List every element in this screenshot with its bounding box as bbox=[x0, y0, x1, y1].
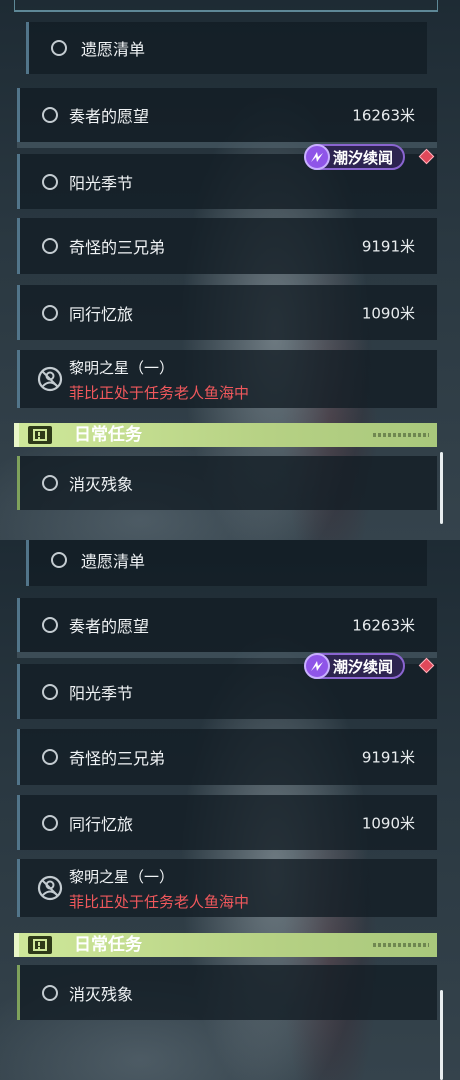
quest-title: 遗愿清单 bbox=[81, 40, 146, 59]
category-decoration bbox=[373, 433, 429, 437]
quest-title: 奇怪的三兄弟 bbox=[69, 238, 166, 257]
tide-sigil-icon bbox=[304, 653, 330, 679]
quest-row-journey-together[interactable]: 同行忆旅 1090米 bbox=[17, 285, 437, 340]
quest-radio-icon bbox=[42, 617, 58, 633]
scrollbar-thumb[interactable] bbox=[440, 990, 443, 1080]
quest-row-three-brothers[interactable]: 奇怪的三兄弟 9191米 bbox=[17, 729, 437, 785]
quest-row-journey-together[interactable]: 同行忆旅 1090米 bbox=[17, 795, 437, 850]
quest-radio-icon bbox=[42, 475, 58, 491]
quest-title: 阳光季节 bbox=[69, 683, 134, 703]
tide-tales-badge[interactable]: 潮汐续闻 bbox=[304, 653, 405, 679]
quest-distance: 1090米 bbox=[361, 814, 415, 832]
quest-title: 遗愿清单 bbox=[81, 552, 146, 571]
quest-title: 同行忆旅 bbox=[69, 814, 134, 834]
quest-title: 奏者的愿望 bbox=[69, 617, 150, 636]
quest-row-performer-wish[interactable]: 奏者的愿望 16263米 bbox=[17, 88, 437, 142]
quest-title: 阳光季节 bbox=[69, 173, 134, 193]
category-title: 日常任务 bbox=[74, 425, 142, 445]
quest-row-will-list[interactable]: 遗愿清单 bbox=[26, 540, 427, 586]
quest-distance: 9191米 bbox=[361, 748, 415, 767]
quest-status: 菲比正处于任务老人鱼海中 bbox=[69, 384, 250, 402]
quest-radio-icon bbox=[42, 173, 58, 190]
quest-row-eliminate-echoes[interactable]: 消灭残象 bbox=[17, 965, 437, 1020]
category-title: 日常任务 bbox=[74, 935, 142, 955]
quest-row-will-list[interactable]: 遗愿清单 bbox=[26, 22, 427, 74]
quest-radio-icon bbox=[42, 814, 58, 831]
daily-tasks-category-bar[interactable]: 日常任务 bbox=[14, 423, 437, 447]
quest-title: 同行忆旅 bbox=[69, 304, 134, 324]
quest-radio-icon bbox=[51, 552, 67, 568]
quest-row-eliminate-echoes[interactable]: 消灭残象 bbox=[17, 456, 437, 510]
badge-label: 潮汐续闻 bbox=[333, 657, 394, 676]
category-decoration bbox=[373, 943, 429, 947]
quest-title: 黎明之星（一） bbox=[69, 359, 175, 377]
badge-label: 潮汐续闻 bbox=[333, 148, 394, 167]
tide-tales-badge[interactable]: 潮汐续闻 bbox=[304, 144, 405, 170]
quest-tracker-panel-bottom: 遗愿清单 奏者的愿望 16263米 阳光季节 潮汐续闻 奇怪的三兄弟 9191米… bbox=[0, 540, 460, 1080]
scrollbar-thumb[interactable] bbox=[440, 452, 443, 524]
quest-distance: 9191米 bbox=[361, 237, 415, 256]
quest-title: 奏者的愿望 bbox=[69, 107, 150, 126]
quest-title: 消灭残象 bbox=[69, 475, 134, 494]
quest-title: 消灭残象 bbox=[69, 984, 134, 1004]
quest-radio-icon bbox=[42, 107, 58, 123]
quest-row-performer-wish[interactable]: 奏者的愿望 16263米 bbox=[17, 598, 437, 652]
category-cap bbox=[14, 423, 19, 447]
quest-radio-icon bbox=[42, 749, 58, 765]
quest-title: 黎明之星（一） bbox=[69, 868, 175, 886]
quest-radio-icon bbox=[42, 984, 58, 1001]
face-progress-icon bbox=[37, 366, 63, 392]
quest-title: 奇怪的三兄弟 bbox=[69, 749, 166, 768]
quest-row-dawn-star[interactable]: 黎明之星（一） 菲比正处于任务老人鱼海中 bbox=[17, 350, 437, 408]
category-cap bbox=[14, 933, 19, 957]
exclamation-box-icon bbox=[28, 936, 52, 954]
face-progress-icon bbox=[37, 875, 63, 901]
exclamation-box-icon bbox=[28, 426, 52, 444]
quest-radio-icon bbox=[51, 40, 67, 56]
quest-tracker-panel-top: 遗愿清单 奏者的愿望 16263米 阳光季节 潮汐续闻 奇怪的三兄弟 9191米… bbox=[0, 0, 460, 540]
quest-row-dawn-star[interactable]: 黎明之星（一） 菲比正处于任务老人鱼海中 bbox=[17, 859, 437, 917]
daily-tasks-category-bar[interactable]: 日常任务 bbox=[14, 933, 437, 957]
quest-distance: 16263米 bbox=[352, 616, 415, 635]
panel-frame-line bbox=[14, 0, 438, 12]
quest-status: 菲比正处于任务老人鱼海中 bbox=[69, 893, 250, 911]
quest-distance: 1090米 bbox=[361, 304, 415, 322]
quest-radio-icon bbox=[42, 238, 58, 254]
quest-radio-icon bbox=[42, 304, 58, 321]
quest-radio-icon bbox=[42, 683, 58, 700]
quest-distance: 16263米 bbox=[352, 106, 415, 125]
tide-sigil-icon bbox=[304, 144, 330, 170]
quest-row-three-brothers[interactable]: 奇怪的三兄弟 9191米 bbox=[17, 218, 437, 274]
